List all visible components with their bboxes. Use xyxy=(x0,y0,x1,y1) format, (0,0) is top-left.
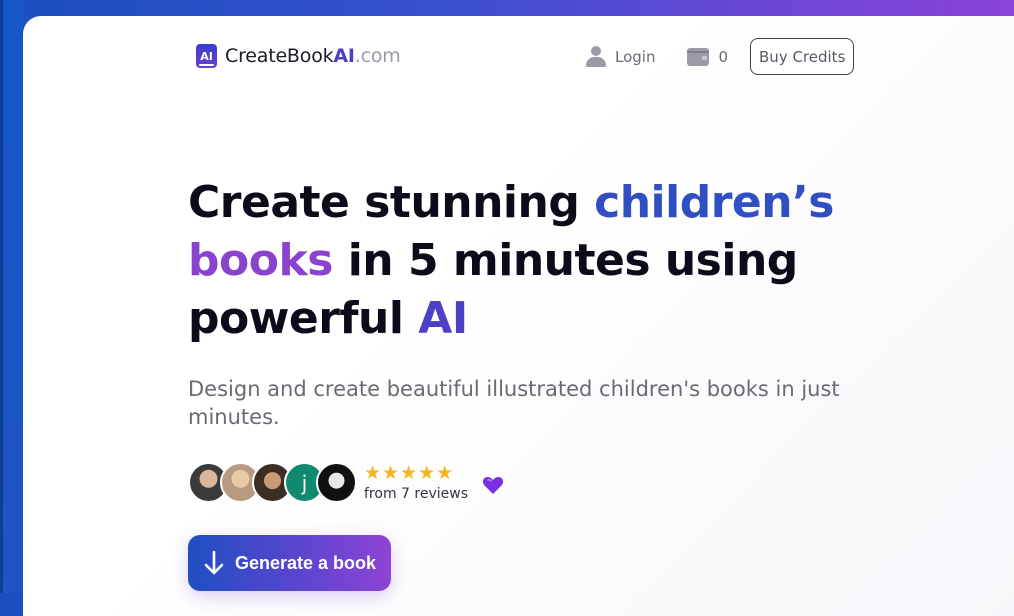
user-icon xyxy=(586,46,606,67)
arrow-down-icon xyxy=(204,550,224,575)
logo[interactable]: AI CreateBookAI.com xyxy=(196,44,401,68)
reviews-count: from 7 reviews xyxy=(364,486,468,502)
buy-credits-button[interactable]: Buy Credits xyxy=(750,38,855,75)
logo-name-prefix: CreateBook xyxy=(225,45,334,67)
credits-balance[interactable]: 0 xyxy=(687,47,729,66)
hero-subtitle: Design and create beautiful illustrated … xyxy=(188,377,840,429)
headline-highlight-ai: AI xyxy=(418,293,468,344)
headline-highlight-books: books xyxy=(188,235,333,286)
logo-name-ai: AI xyxy=(333,45,355,67)
wallet-icon xyxy=(687,47,710,66)
credits-count: 0 xyxy=(718,47,729,66)
browser-edge xyxy=(0,0,23,593)
social-proof: j ★★★★★ from 7 reviews xyxy=(188,462,504,503)
logo-icon: AI xyxy=(196,44,217,68)
generate-book-button[interactable]: Generate a book xyxy=(188,535,391,591)
login-label: Login xyxy=(615,47,656,66)
top-nav: Login 0 Buy Credits xyxy=(586,38,855,75)
browser-edge-line xyxy=(0,0,3,593)
logo-name-domain: .com xyxy=(354,45,401,67)
reviewer-avatars: j xyxy=(188,462,357,503)
logo-text: CreateBookAI.com xyxy=(225,45,401,67)
generate-book-label: Generate a book xyxy=(234,552,377,573)
heart-icon xyxy=(482,476,504,494)
rating: ★★★★★ from 7 reviews xyxy=(364,463,468,502)
login-link[interactable]: Login xyxy=(586,46,655,67)
hero-headline: Create stunning children’s books in 5 min… xyxy=(188,174,868,348)
star-icons: ★★★★★ xyxy=(364,462,455,484)
avatar xyxy=(316,462,357,503)
headline-part1: Create stunning xyxy=(188,177,595,228)
headline-highlight-childrens: children’s xyxy=(594,177,834,228)
